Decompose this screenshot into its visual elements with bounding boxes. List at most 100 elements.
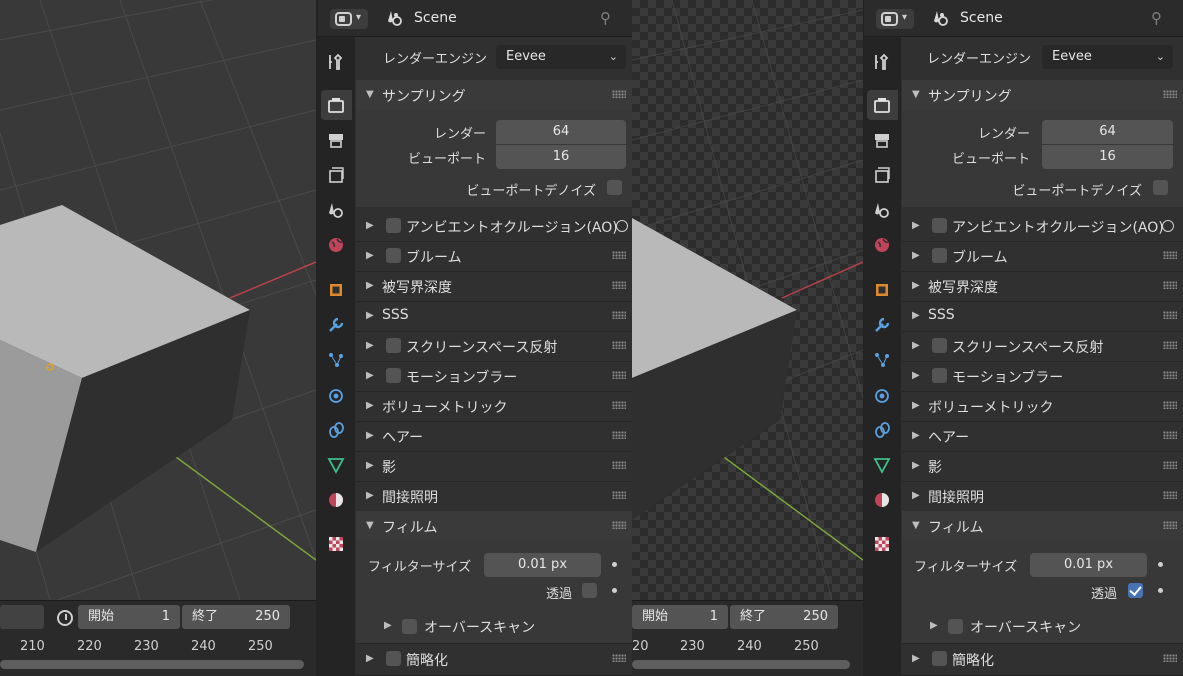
tab-physics[interactable] <box>321 380 352 410</box>
panel-ao-header[interactable]: ▶ アンビエントオクルージョン(AO) <box>902 211 1183 241</box>
render-engine-select[interactable]: Eevee ⌄ <box>496 45 626 69</box>
simplify-checkbox[interactable] <box>386 651 401 666</box>
animate-property-dot[interactable] <box>612 562 617 567</box>
viewport-denoise-checkbox[interactable] <box>607 180 622 195</box>
viewport-denoise-checkbox[interactable] <box>1153 180 1168 195</box>
panel-indirect-header[interactable]: ▶ 間接照明 <box>902 481 1183 511</box>
drag-handle-icon[interactable] <box>1163 401 1177 409</box>
tab-world[interactable] <box>867 230 898 260</box>
tab-modifiers[interactable] <box>321 310 352 340</box>
tab-view-layer[interactable] <box>867 160 898 190</box>
tab-object[interactable] <box>321 275 352 305</box>
panel-ssr-header[interactable]: ▶ スクリーンスペース反射 <box>902 331 1183 361</box>
transparent-checkbox[interactable] <box>582 583 597 598</box>
drag-handle-icon[interactable] <box>612 521 626 529</box>
drag-handle-icon[interactable] <box>612 90 626 98</box>
drag-handle-icon[interactable] <box>612 491 626 499</box>
ao-checkbox[interactable] <box>932 218 947 233</box>
tab-constraints[interactable] <box>321 415 352 445</box>
editor-type-button[interactable]: ▾ <box>330 9 368 29</box>
render-samples-field[interactable]: 64 <box>496 120 626 144</box>
panel-shadows-header[interactable]: ▶ 影 <box>902 451 1183 481</box>
panel-dof-header[interactable]: ▶ 被写界深度 <box>356 271 632 301</box>
drag-handle-icon[interactable] <box>1163 461 1177 469</box>
animate-property-dot[interactable] <box>1158 588 1163 593</box>
drag-handle-icon[interactable] <box>1163 654 1177 662</box>
tab-output[interactable] <box>867 125 898 155</box>
panel-volumetrics-header[interactable]: ▶ ボリューメトリック <box>902 391 1183 421</box>
viewport-left[interactable] <box>0 0 316 600</box>
overscan-checkbox[interactable] <box>402 619 417 634</box>
panel-indirect-header[interactable]: ▶ 間接照明 <box>356 481 632 511</box>
panel-sss-header[interactable]: ▶ SSS <box>902 301 1183 331</box>
motion-blur-checkbox[interactable] <box>386 368 401 383</box>
tab-particles[interactable] <box>867 345 898 375</box>
bloom-checkbox[interactable] <box>386 248 401 263</box>
drag-handle-icon[interactable] <box>612 401 626 409</box>
panel-bloom-header[interactable]: ▶ ブルーム <box>356 241 632 271</box>
tab-world[interactable] <box>321 230 352 260</box>
panel-hair-header[interactable]: ▶ ヘアー <box>902 421 1183 451</box>
panel-simplify-header[interactable]: ▶ 簡略化 <box>356 644 632 674</box>
tab-material[interactable] <box>321 485 352 515</box>
ssr-checkbox[interactable] <box>386 338 401 353</box>
viewport-samples-field[interactable]: 16 <box>1042 145 1173 169</box>
drag-handle-icon[interactable] <box>1163 341 1177 349</box>
frame-start-field[interactable]: 開始 1 <box>632 605 728 629</box>
filter-size-field[interactable]: 0.01 px <box>1030 553 1147 577</box>
tab-view-layer[interactable] <box>321 160 352 190</box>
animate-property-dot[interactable] <box>1158 562 1163 567</box>
drag-handle-icon[interactable] <box>1163 371 1177 379</box>
drag-handle-icon[interactable] <box>1163 251 1177 259</box>
tab-physics[interactable] <box>867 380 898 410</box>
animate-property-dot[interactable] <box>612 588 617 593</box>
ssr-checkbox[interactable] <box>932 338 947 353</box>
tab-tool[interactable] <box>321 47 352 77</box>
tab-scene[interactable] <box>321 195 352 225</box>
drag-handle-icon[interactable] <box>1163 311 1177 319</box>
frame-start-field[interactable]: 開始 1 <box>78 605 180 629</box>
tab-data[interactable] <box>321 450 352 480</box>
motion-blur-checkbox[interactable] <box>932 368 947 383</box>
tab-render[interactable] <box>321 90 352 120</box>
panel-motion-blur-header[interactable]: ▶ モーションブラー <box>902 361 1183 391</box>
frame-end-field[interactable]: 終了 250 <box>730 605 838 629</box>
tab-object[interactable] <box>867 275 898 305</box>
drag-handle-icon[interactable] <box>612 431 626 439</box>
editor-type-button[interactable]: ▾ <box>876 9 914 29</box>
drag-handle-icon[interactable] <box>612 371 626 379</box>
drag-handle-icon[interactable] <box>1163 281 1177 289</box>
drag-handle-icon[interactable] <box>612 281 626 289</box>
panel-simplify-header[interactable]: ▶ 簡略化 <box>902 644 1183 674</box>
tab-material[interactable] <box>867 485 898 515</box>
timeline-scrollbar[interactable] <box>0 660 304 669</box>
drag-handle-icon[interactable] <box>612 251 626 259</box>
pin-icon[interactable]: ⚲ <box>600 9 618 27</box>
panel-film-header[interactable]: ▼ フィルム <box>902 511 1183 541</box>
tab-scene[interactable] <box>867 195 898 225</box>
timeline-scrollbar[interactable] <box>632 660 850 669</box>
render-engine-select[interactable]: Eevee ⌄ <box>1042 45 1173 69</box>
drag-handle-icon[interactable] <box>612 311 626 319</box>
tab-texture[interactable] <box>321 529 352 559</box>
filter-size-field[interactable]: 0.01 px <box>484 553 601 577</box>
tab-render[interactable] <box>867 90 898 120</box>
drag-handle-icon[interactable] <box>612 654 626 662</box>
drag-handle-icon[interactable] <box>1163 431 1177 439</box>
tab-constraints[interactable] <box>867 415 898 445</box>
timeline-current-frame-field[interactable] <box>0 605 44 629</box>
overscan-checkbox[interactable] <box>948 619 963 634</box>
viewport-samples-field[interactable]: 16 <box>496 145 626 169</box>
panel-film-header[interactable]: ▼ フィルム <box>356 511 632 541</box>
tab-texture[interactable] <box>867 529 898 559</box>
tab-data[interactable] <box>867 450 898 480</box>
panel-sss-header[interactable]: ▶ SSS <box>356 301 632 331</box>
panel-ao-header[interactable]: ▶ アンビエントオクルージョン(AO) <box>356 211 632 241</box>
drag-handle-icon[interactable] <box>1163 521 1177 529</box>
panel-shadows-header[interactable]: ▶ 影 <box>356 451 632 481</box>
ao-checkbox[interactable] <box>386 218 401 233</box>
panel-sampling-header[interactable]: ▼ サンプリング <box>356 80 632 110</box>
drag-handle-icon[interactable] <box>612 461 626 469</box>
panel-bloom-header[interactable]: ▶ ブルーム <box>902 241 1183 271</box>
stopwatch-icon[interactable] <box>57 610 73 626</box>
